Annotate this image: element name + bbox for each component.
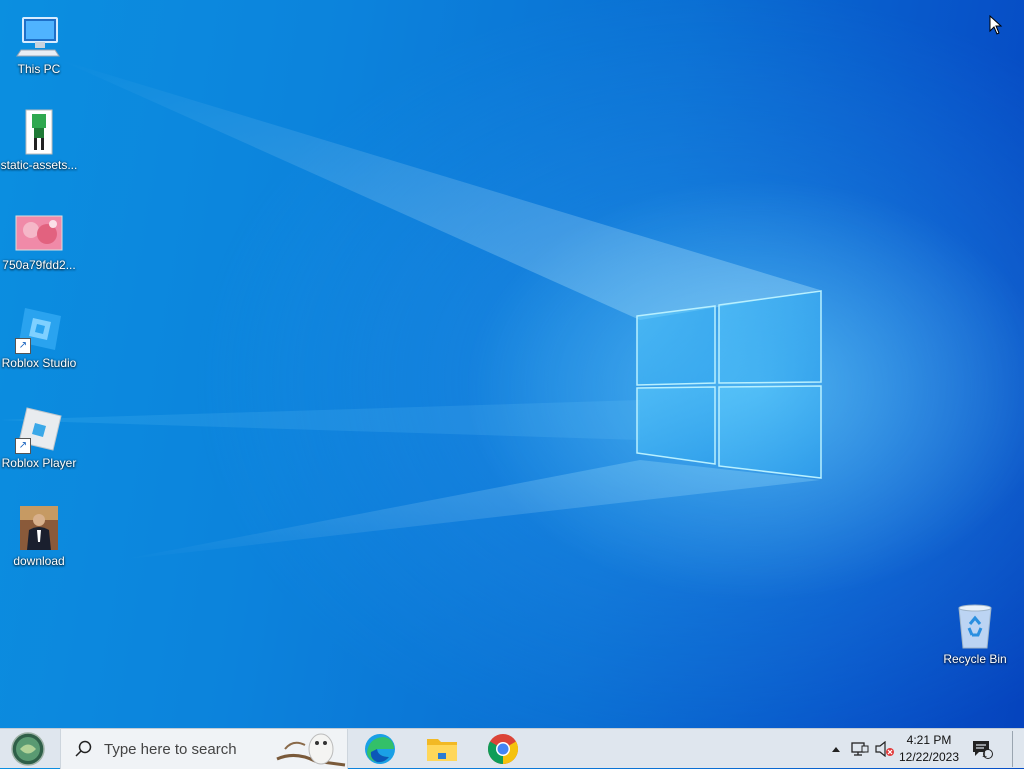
notification-count-badge: 1 (982, 749, 988, 759)
image-file-icon (15, 208, 63, 256)
taskbar: Type here to search 4:21 PM 12/22/2023 1 (0, 728, 1024, 769)
taskbar-app-edge[interactable] (356, 729, 404, 769)
computer-icon (15, 12, 63, 60)
desktop-icon-download[interactable]: download (0, 498, 78, 568)
roblox-studio-icon: ↗ (15, 306, 63, 354)
image-file-icon (15, 108, 63, 156)
chrome-icon (487, 734, 519, 764)
clock-date: 12/22/2023 (898, 750, 960, 764)
network-icon (851, 742, 869, 756)
desktop-icon-label: Roblox Studio (1, 356, 77, 370)
wallpaper (0, 60, 822, 560)
desktop-icon-label: Recycle Bin (943, 652, 1007, 666)
recycle-bin-icon (951, 602, 999, 650)
search-highlight-owl-icon (276, 733, 346, 767)
desktop-icon-this-pc[interactable]: This PC (0, 6, 78, 76)
desktop-icon-roblox-player[interactable]: ↗ Roblox Player (0, 400, 78, 470)
taskbar-app-file-explorer[interactable] (418, 729, 466, 769)
show-desktop-button[interactable] (1012, 731, 1021, 767)
show-hidden-icons-button[interactable] (828, 729, 844, 769)
shortcut-arrow-icon: ↗ (15, 338, 31, 354)
roblox-player-icon: ↗ (15, 406, 63, 454)
windows-logo (636, 290, 822, 479)
chevron-up-icon (832, 747, 840, 752)
desktop-icon-recycle-bin[interactable]: Recycle Bin (936, 596, 1014, 666)
search-box[interactable]: Type here to search (60, 729, 348, 769)
mouse-cursor-icon (989, 15, 1003, 35)
search-icon (75, 740, 92, 757)
shortcut-arrow-icon: ↗ (15, 438, 31, 454)
desktop-icon-roblox-studio[interactable]: ↗ Roblox Studio (0, 300, 78, 370)
search-placeholder: Type here to search (104, 741, 237, 758)
desktop-icon-label: Roblox Player (1, 456, 77, 470)
desktop-icon-label: static-assets... (0, 158, 78, 172)
desktop-icon-label: This PC (17, 62, 61, 76)
file-explorer-icon (427, 739, 457, 761)
taskbar-app-chrome[interactable] (479, 729, 527, 769)
clock-time: 4:21 PM (906, 733, 952, 747)
desktop-icon-label: download (13, 554, 65, 568)
image-file-icon (15, 504, 63, 552)
desktop-icon-label: 750a79fdd2... (2, 258, 76, 272)
taskbar-clock[interactable]: 4:21 PM 12/22/2023 (890, 732, 968, 766)
network-tray-button[interactable] (848, 729, 872, 769)
edge-icon (365, 734, 395, 764)
start-button[interactable] (0, 729, 56, 769)
action-center-button[interactable]: 1 (968, 729, 996, 769)
desktop-icon-static-assets[interactable]: static-assets... (0, 102, 78, 172)
desktop-icon-750a79fdd2[interactable]: 750a79fdd2... (0, 202, 78, 272)
start-orb-icon (11, 732, 45, 766)
